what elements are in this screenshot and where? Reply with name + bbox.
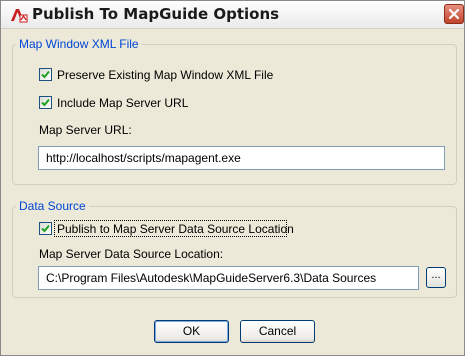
data-source-location-input[interactable]: C:\Program Files\Autodesk\MapGuideServer…: [38, 266, 419, 290]
browse-button[interactable]: ...: [426, 267, 446, 288]
autocad-app-icon: [10, 7, 28, 23]
publish-data-source-label[interactable]: Publish to Map Server Data Source Locati…: [57, 222, 294, 236]
map-server-url-input[interactable]: http://localhost/scripts/mapagent.exe: [38, 146, 445, 170]
ok-button[interactable]: OK: [154, 320, 229, 343]
include-url-label[interactable]: Include Map Server URL: [57, 96, 188, 110]
preserve-xml-label[interactable]: Preserve Existing Map Window XML File: [57, 68, 273, 82]
include-url-checkbox[interactable]: [39, 96, 52, 109]
publish-options-dialog: Publish To MapGuide Options Map Window X…: [0, 0, 465, 356]
window-title: Publish To MapGuide Options: [32, 5, 280, 23]
publish-data-source-checkbox[interactable]: [39, 222, 52, 235]
map-server-url-label: Map Server URL:: [39, 123, 132, 137]
data-source-location-label: Map Server Data Source Location:: [39, 247, 224, 261]
preserve-xml-checkbox[interactable]: [39, 68, 52, 81]
map-window-xml-legend: Map Window XML File: [16, 37, 142, 51]
close-button[interactable]: [444, 4, 464, 24]
data-source-legend: Data Source: [16, 199, 89, 213]
cancel-button[interactable]: Cancel: [240, 320, 315, 343]
title-bar[interactable]: Publish To MapGuide Options: [1, 1, 464, 29]
